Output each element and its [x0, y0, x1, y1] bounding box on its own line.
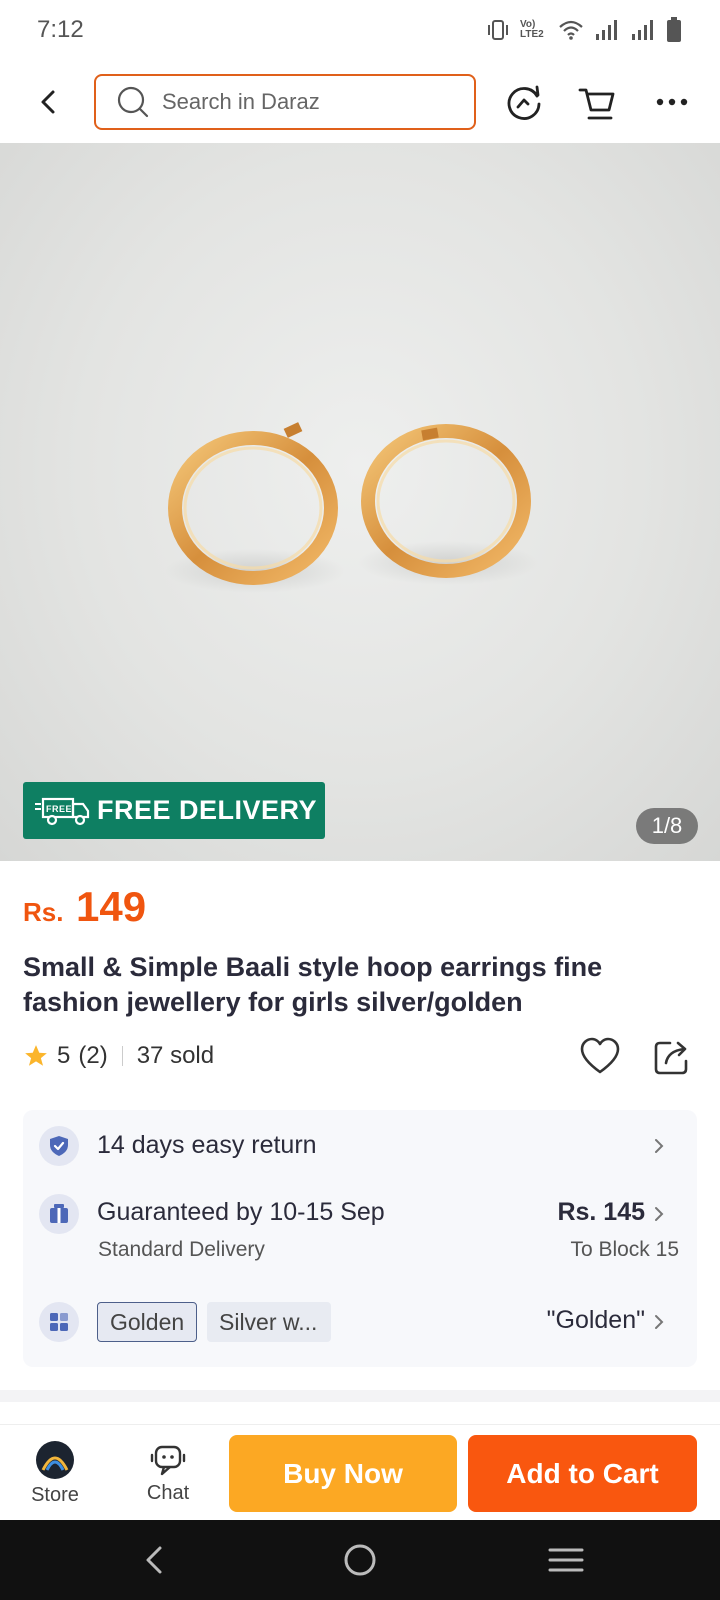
- search-box[interactable]: [94, 74, 476, 130]
- volte-label: Vo) LTE2: [520, 19, 544, 40]
- battery-icon: [667, 17, 681, 42]
- delivery-icon-wrap: [39, 1194, 79, 1234]
- header: [0, 60, 720, 143]
- search-input[interactable]: [162, 89, 452, 115]
- variant-row[interactable]: Golden Silver w... "Golden": [23, 1280, 697, 1360]
- delivery-title: Guaranteed by 10-15 Sep: [97, 1198, 385, 1226]
- variant-chip-silver[interactable]: Silver w...: [207, 1302, 331, 1342]
- chat-label: Chat: [146, 1481, 190, 1504]
- grid-icon: [50, 1313, 68, 1331]
- return-icon-wrap: [39, 1126, 79, 1166]
- rating-divider: [121, 1046, 123, 1066]
- product-title: Small & Simple Baali style hoop earrings…: [23, 952, 603, 1017]
- chevron-right-icon: [655, 1139, 664, 1153]
- free-delivery-label: FREE DELIVERY: [97, 795, 318, 825]
- back-icon: [41, 90, 55, 114]
- truck-label: FREE: [46, 804, 72, 814]
- delivery-row[interactable]: Guaranteed by 10-15 Sep Standard Deliver…: [23, 1180, 697, 1280]
- store-button[interactable]: Store: [15, 1425, 95, 1521]
- heart-icon: [580, 1037, 620, 1074]
- info-card: 14 days easy return Guaranteed by 10-15 …: [23, 1110, 697, 1367]
- package-icon: [50, 1204, 68, 1223]
- rating-count: (2): [78, 1042, 108, 1069]
- rating-row[interactable]: 5 (2) 37 sold: [23, 1040, 214, 1072]
- bottom-action-bar: Store Chat Buy Now Add to Cart: [0, 1424, 720, 1520]
- status-bar: 7:12 Vo) LTE2: [0, 0, 720, 60]
- selected-variant: "Golden": [546, 1306, 645, 1334]
- history-icon: [507, 85, 541, 120]
- return-text: 14 days easy return: [97, 1131, 317, 1159]
- more-icon: [656, 98, 688, 106]
- rating-value: 5: [57, 1042, 71, 1069]
- chevron-right-icon: [655, 1315, 664, 1329]
- search-icon: [117, 86, 149, 118]
- star-icon: [25, 1045, 47, 1066]
- system-nav-bar: [0, 1520, 720, 1600]
- signal-icon: [596, 20, 617, 40]
- free-delivery-badge: FREE FREE DELIVERY: [23, 782, 325, 839]
- back-button[interactable]: [28, 82, 68, 122]
- variant-icon-wrap: [39, 1302, 79, 1342]
- image-counter: 1/8: [636, 808, 698, 844]
- system-back-icon[interactable]: [136, 1540, 176, 1580]
- more-button[interactable]: [650, 80, 694, 124]
- share-icon: [654, 1041, 688, 1075]
- chat-icon: [150, 1445, 186, 1475]
- section-divider: [0, 1390, 720, 1402]
- variant-chip-golden[interactable]: Golden: [97, 1302, 198, 1342]
- buy-now-button[interactable]: Buy Now: [229, 1435, 457, 1512]
- add-to-cart-button[interactable]: Add to Cart: [468, 1435, 697, 1512]
- sold-count: 37 sold: [136, 1042, 215, 1069]
- vibrate-icon: [488, 20, 508, 40]
- chevron-right-icon: [655, 1207, 664, 1221]
- delivery-type: Standard Delivery: [98, 1238, 265, 1261]
- delivery-fee: Rs. 145: [557, 1198, 645, 1226]
- wifi-icon: [559, 20, 583, 40]
- shield-check-icon: [50, 1136, 68, 1156]
- return-row[interactable]: 14 days easy return: [23, 1110, 697, 1180]
- share-button[interactable]: [650, 1035, 694, 1079]
- product-image[interactable]: [0, 143, 720, 861]
- history-button[interactable]: [502, 80, 546, 124]
- system-home-icon[interactable]: [340, 1540, 380, 1580]
- cart-button[interactable]: [575, 80, 619, 124]
- wishlist-button[interactable]: [578, 1035, 622, 1079]
- status-icons: Vo) LTE2: [486, 16, 682, 44]
- system-recents-icon[interactable]: [546, 1540, 586, 1580]
- delivery-truck-icon: FREE: [35, 797, 90, 825]
- price-value: 149: [76, 883, 147, 930]
- product-photo: [165, 422, 538, 593]
- store-avatar-icon: [36, 1440, 74, 1479]
- price-currency: Rs.: [23, 897, 64, 927]
- store-label: Store: [31, 1483, 79, 1506]
- cart-icon: [578, 88, 615, 120]
- delivery-location: To Block 15: [570, 1238, 679, 1261]
- signal-icon-2: [632, 20, 653, 40]
- chat-button[interactable]: Chat: [128, 1425, 208, 1521]
- status-time: 7:12: [37, 16, 84, 43]
